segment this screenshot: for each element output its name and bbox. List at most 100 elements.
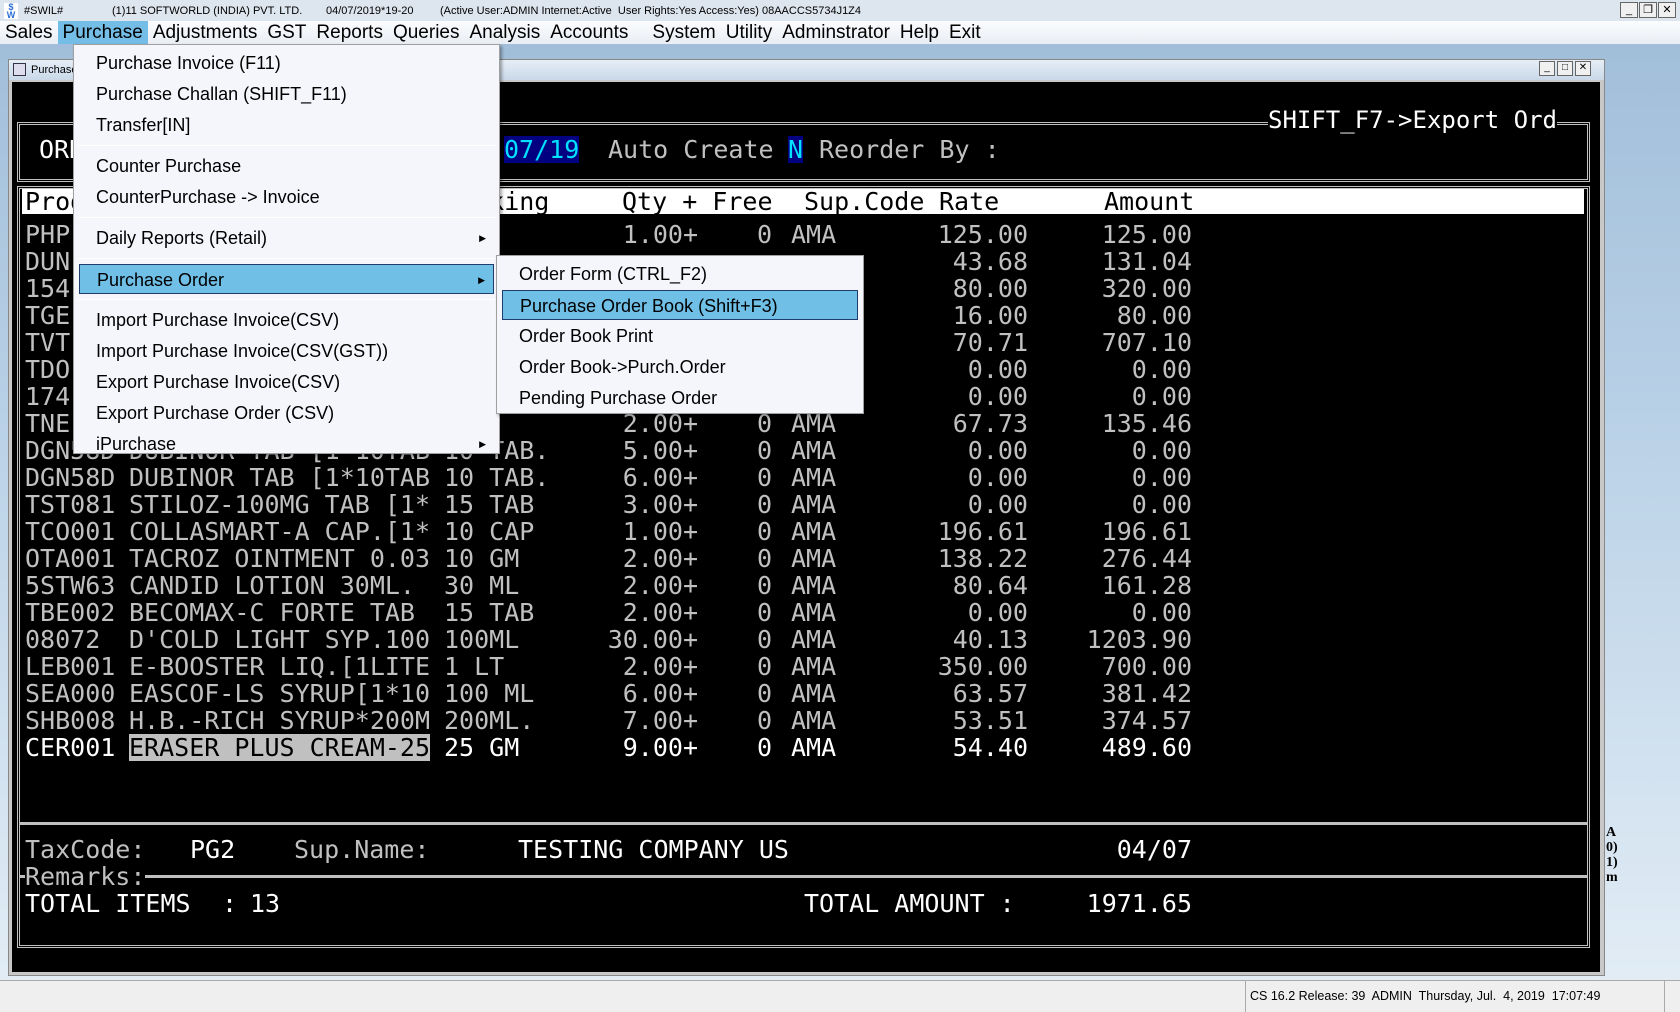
- table-row[interactable]: TCO001 COLLASMART-A CAP.[1* 10 CAP 1.00+ 0 AM…: [12, 518, 1592, 545]
- menu-item-label: Purchase Challan (SHIFT_F11): [96, 84, 347, 104]
- supname-value: TESTING COMPANY US: [518, 835, 789, 864]
- cell-free: 0: [756, 679, 772, 708]
- menu-adminstrator[interactable]: Adminstrator: [777, 21, 895, 44]
- col-supcode: Sup.Code: [804, 187, 925, 216]
- cell-free: 0: [756, 544, 772, 573]
- cell-supcode: AMA: [791, 679, 837, 708]
- cell-rate: 0.00: [967, 355, 1028, 384]
- minimize-button[interactable]: _: [1620, 2, 1638, 18]
- window-minimize-button[interactable]: _: [1539, 61, 1555, 76]
- submenu-item-purchase-order-book-shift-f3[interactable]: Purchase Order Book (Shift+F3): [502, 290, 858, 320]
- cell-amount: 1203.90: [1086, 625, 1192, 654]
- table-row[interactable]: LEB001 E-BOOSTER LIQ.[1LITE 1 LT 2.00+ 0 AMA 3…: [12, 653, 1592, 680]
- auto-create-field[interactable]: N: [788, 136, 804, 163]
- cell-amount: 196.61: [1101, 517, 1192, 546]
- menu-queries[interactable]: Queries: [388, 21, 465, 44]
- cell-free: 0: [756, 436, 772, 465]
- menu-exit[interactable]: Exit: [944, 21, 986, 44]
- cell-rate: 0.00: [967, 490, 1028, 519]
- menu-item-export-purchase-order-csv[interactable]: Export Purchase Order (CSV): [79, 398, 494, 428]
- close-button[interactable]: ✕: [1658, 2, 1676, 18]
- cell-rate: 138.22: [937, 544, 1028, 573]
- menu-gst[interactable]: GST: [262, 21, 311, 44]
- cell-free: 0: [756, 463, 772, 492]
- desktop-text: m: [1606, 870, 1618, 885]
- menu-adjustments[interactable]: Adjustments: [148, 21, 263, 44]
- table-row[interactable]: TST081 STILOZ-100MG TAB [1* 15 TAB 3.00+ 0 AM…: [12, 491, 1592, 518]
- total-amount-label: TOTAL AMOUNT :: [804, 889, 1015, 918]
- submenu-item-order-book-print[interactable]: Order Book Print: [502, 321, 858, 351]
- cell-qty: 2.00+: [622, 544, 698, 573]
- submenu-arrow-icon: ▶: [478, 275, 485, 285]
- window-maximize-button[interactable]: □: [1557, 61, 1573, 76]
- menu-item-label: Purchase Invoice (F11): [96, 53, 281, 73]
- total-items-colon: :: [222, 889, 238, 918]
- table-row[interactable]: TBE002 BECOMAX-C FORTE TAB 15 TAB 2.00+ 0 AMA…: [12, 599, 1592, 626]
- table-row[interactable]: SHB008 H.B.-RICH SYRUP*200M 200ML. 7.00+ 0 AM…: [12, 707, 1592, 734]
- submenu-item-order-book-purch-order[interactable]: Order Book->Purch.Order: [502, 352, 858, 382]
- cell-qty: 2.00+: [622, 409, 698, 438]
- cell-amount: 131.04: [1101, 247, 1192, 276]
- cell-supcode: AMA: [791, 652, 837, 681]
- submenu-item-pending-purchase-order[interactable]: Pending Purchase Order: [502, 383, 858, 413]
- cell-qty: 2.00+: [622, 598, 698, 627]
- cell-code: OTA001: [25, 544, 116, 573]
- menu-item-export-purchase-invoice-csv[interactable]: Export Purchase Invoice(CSV): [79, 367, 494, 397]
- session-info: (Active User:ADMIN Internet:Active User …: [440, 4, 862, 17]
- menu-item-purchase-challan-shift-f11[interactable]: Purchase Challan (SHIFT_F11): [79, 79, 494, 109]
- cell-code: 154: [25, 274, 71, 303]
- table-row[interactable]: 5STW63 CANDID LOTION 30ML. 30 ML 2.00+ 0 AMA 8…: [12, 572, 1592, 599]
- menu-utility[interactable]: Utility: [721, 21, 777, 44]
- cell-rate: 0.00: [967, 598, 1028, 627]
- status-text: CS 16.2 Release: 39 ADMIN Thursday, Jul.…: [1245, 981, 1665, 1012]
- menu-item-purchase-invoice-f11[interactable]: Purchase Invoice (F11): [79, 48, 494, 78]
- submenu-item-order-form-ctrl-f2[interactable]: Order Form (CTRL_F2): [502, 259, 858, 289]
- menu-accounts[interactable]: Accounts: [545, 21, 633, 44]
- menu-item-import-purchase-invoice-csv-gst[interactable]: Import Purchase Invoice(CSV(GST)): [79, 336, 494, 366]
- cell-amount: 0.00: [1131, 436, 1192, 465]
- cell-packing: 1 LT: [444, 652, 505, 681]
- cell-qty: 2.00+: [622, 652, 698, 681]
- menu-reports[interactable]: Reports: [311, 21, 388, 44]
- company-name: (1)11 SOFTWORLD (INDIA) PVT. LTD.: [112, 4, 303, 17]
- menu-item-counterpurchase-invoice[interactable]: CounterPurchase -> Invoice: [79, 182, 494, 212]
- cell-description: E-BOOSTER LIQ.[1LITE: [129, 652, 431, 681]
- cell-code: SEA000: [25, 679, 116, 708]
- footer-date: 04/07: [1116, 835, 1192, 864]
- menu-analysis[interactable]: Analysis: [464, 21, 545, 44]
- table-row[interactable]: DGN58D DUBINOR TAB [1*10TAB 10 TAB. 6.00+ 0 A…: [12, 464, 1592, 491]
- desktop-text: A: [1606, 825, 1617, 840]
- menu-item-counter-purchase[interactable]: Counter Purchase: [79, 151, 494, 181]
- menu-item-import-purchase-invoice-csv[interactable]: Import Purchase Invoice(CSV): [79, 305, 494, 335]
- menu-item-transfer-in[interactable]: Transfer[IN]: [79, 110, 494, 140]
- menu-sales[interactable]: Sales: [0, 21, 58, 44]
- submenu-arrow-icon: ▶: [479, 439, 486, 449]
- cell-rate: 43.68: [952, 247, 1028, 276]
- cell-code: TGE: [25, 301, 71, 330]
- table-row[interactable]: SEA000 EASCOF-LS SYRUP[1*10 100 ML 6.00+ 0 AM…: [12, 680, 1592, 707]
- table-row[interactable]: CER001 ERASER PLUS CREAM-25 25 GM 9.00+ 0 AMA…: [12, 734, 1592, 761]
- menu-system[interactable]: System: [647, 21, 720, 44]
- app-logo-icon: $ W: [4, 2, 18, 19]
- menu-item-ipurchase[interactable]: iPurchase ▶: [79, 429, 494, 459]
- cell-code: 08072: [25, 625, 101, 654]
- desktop-text: 1): [1606, 855, 1618, 870]
- order-date[interactable]: 07/19: [504, 136, 580, 163]
- window-close-button[interactable]: ✕: [1575, 61, 1591, 76]
- menu-item-daily-reports-retail[interactable]: Daily Reports (Retail) ▶: [79, 223, 494, 253]
- cell-supcode: AMA: [791, 436, 837, 465]
- menu-help[interactable]: Help: [895, 21, 944, 44]
- submenu-item-label: Order Book Print: [519, 326, 654, 346]
- cell-description: COLLASMART-A CAP.[1*: [129, 517, 431, 546]
- cell-supcode: AMA: [791, 463, 837, 492]
- cell-amount: 320.00: [1101, 274, 1192, 303]
- restore-button[interactable]: ❐: [1639, 2, 1657, 18]
- menu-bar: Sales Purchase Adjustments GST Reports Querie…: [0, 21, 1680, 44]
- menu-purchase[interactable]: Purchase: [57, 21, 148, 44]
- table-row[interactable]: 08072 D'COLD LIGHT SYP.100 100ML 30.00+ 0 AMA…: [12, 626, 1592, 653]
- menu-item-label: Export Purchase Invoice(CSV): [96, 372, 341, 392]
- table-row[interactable]: OTA001 TACROZ OINTMENT 0.03 10 GM 2.00+ 0 AMA…: [12, 545, 1592, 572]
- menu-item-purchase-order[interactable]: Purchase Order ▶: [79, 264, 494, 294]
- cell-rate: 125.00: [937, 220, 1028, 249]
- cell-qty: 1.00+: [622, 220, 698, 249]
